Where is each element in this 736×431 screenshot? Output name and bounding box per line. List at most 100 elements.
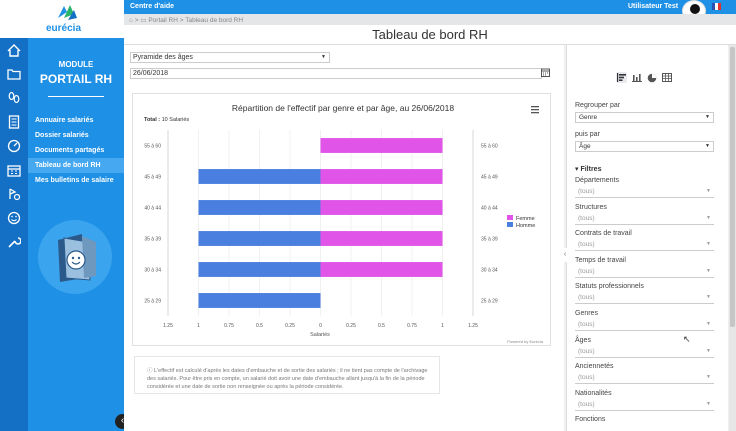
chevron-down-icon: ▼ xyxy=(706,188,711,194)
collapse-panel-button[interactable]: ‹ xyxy=(560,248,570,262)
filter-value: (tous) xyxy=(578,188,595,195)
bar-femme[interactable] xyxy=(320,169,443,184)
logo[interactable]: eurécia xyxy=(0,0,124,38)
filter-value: (tous) xyxy=(578,347,595,355)
legend-swatch-homme xyxy=(507,222,513,227)
filter-label: Contrats de travail xyxy=(575,230,632,238)
pie-chart-icon[interactable] xyxy=(646,72,657,83)
y-tick-label: 25 à 29 xyxy=(144,299,161,305)
date-input[interactable]: 26/06/2018 xyxy=(130,68,542,79)
filter-label: Statuts professionnels xyxy=(575,283,644,291)
chart-title: Répartition de l'effectif par genre et p… xyxy=(232,103,454,113)
filter-select[interactable]: (tous) ▼ xyxy=(575,266,714,278)
x-axis-title: Salariés xyxy=(310,332,330,338)
help-link[interactable]: Centre d'aide xyxy=(130,3,174,10)
filter-value: (tous) xyxy=(578,400,595,408)
brand-name: eurécia xyxy=(46,23,82,34)
eurecia-logo-icon xyxy=(58,5,77,20)
chart-type-value: Pyramide des âges xyxy=(133,54,193,61)
filter-label: Structures xyxy=(575,203,607,211)
bar-homme[interactable] xyxy=(198,293,321,308)
y-axis-right-labels: 55 à 60 45 à 49 40 à 44 35 à 39 30 à 34 25 à … xyxy=(481,144,498,305)
language-flag-icon[interactable] xyxy=(712,3,721,10)
y-tick-label: 35 à 39 xyxy=(481,237,498,243)
document-icon[interactable] xyxy=(0,110,28,134)
folder-character-icon xyxy=(58,234,96,282)
chevron-down-icon: ▼ xyxy=(706,241,711,248)
x-tick-label: 0.75 xyxy=(407,323,417,329)
then-by-select[interactable]: Âge ▼ xyxy=(575,141,714,152)
x-tick-label: 0.5 xyxy=(378,323,385,329)
sidebar-item-bulletins[interactable]: Mes bulletins de salaire xyxy=(28,173,124,188)
chevron-down-icon: ▼ xyxy=(706,214,711,221)
bar-horizontal-chart-icon[interactable] xyxy=(616,72,627,83)
x-tick-label: 1 xyxy=(441,323,444,329)
sidebar-item-tableau-de-bord[interactable]: Tableau de bord RH xyxy=(28,158,124,173)
filter-select[interactable]: (tous) ▼ xyxy=(575,399,714,411)
chart-credit[interactable]: Powered by Eurécia xyxy=(507,339,544,344)
filter-select[interactable]: (tous) ▼ xyxy=(575,373,714,385)
filter-select[interactable]: (tous) ▼ xyxy=(575,187,714,198)
user-name[interactable]: Utilisateur Test xyxy=(628,3,678,10)
bar-homme[interactable] xyxy=(198,169,321,184)
smiley-icon[interactable] xyxy=(0,206,28,230)
table-icon[interactable] xyxy=(661,72,672,83)
wrench-icon[interactable] xyxy=(0,230,28,254)
chart-menu-icon[interactable] xyxy=(531,106,539,114)
filter-select[interactable]: (tous) ▼ xyxy=(575,346,714,358)
chart-grid xyxy=(167,130,474,316)
legend-label-homme[interactable]: Homme xyxy=(516,223,535,229)
sidebar-item-dossier[interactable]: Dossier salariés xyxy=(28,128,124,143)
footprints-icon[interactable] xyxy=(0,86,28,110)
bar-vertical-chart-icon[interactable] xyxy=(631,72,642,83)
filter-select[interactable]: (tous) ▼ xyxy=(575,240,714,252)
bar-femme[interactable] xyxy=(320,200,443,215)
bar-femme[interactable] xyxy=(320,262,443,277)
filter-value: (tous) xyxy=(578,214,595,222)
home-icon[interactable] xyxy=(0,38,28,62)
expenses-icon[interactable] xyxy=(0,182,28,206)
filter-select[interactable]: (tous) ▼ xyxy=(575,320,714,331)
legend-label-femme[interactable]: Femme xyxy=(516,216,535,222)
x-tick-label: 1.25 xyxy=(468,323,478,329)
filter-value: (tous) xyxy=(578,374,595,382)
module-title: PORTAIL RH xyxy=(39,72,113,86)
group-by-select[interactable]: Genre ▼ xyxy=(575,112,714,123)
calendar-icon[interactable] xyxy=(0,158,28,182)
breadcrumb-root[interactable]: Portail RH xyxy=(148,17,178,24)
home-icon[interactable]: ⌂ xyxy=(129,17,133,24)
bar-homme[interactable] xyxy=(198,200,321,215)
info-note-text: L'effectif est calculé d'après les dates… xyxy=(147,368,428,390)
dashboard-icon[interactable] xyxy=(0,134,28,158)
filter-label: Fonctions xyxy=(575,416,606,424)
chart-type-select[interactable]: Pyramide des âges ▼ xyxy=(130,52,330,63)
x-tick-label: 1 xyxy=(197,323,200,329)
filters-toggle[interactable]: ▾ Filtres xyxy=(575,165,601,173)
bar-femme[interactable] xyxy=(320,138,443,153)
then-by-label: puis par xyxy=(575,131,600,138)
y-tick-label: 25 à 29 xyxy=(481,299,498,305)
chevron-down-icon: ▼ xyxy=(706,347,711,354)
sidebar-item-documents[interactable]: Documents partagés xyxy=(28,143,124,158)
filter-select[interactable]: (tous) ▼ xyxy=(575,213,714,225)
bar-homme[interactable] xyxy=(198,262,321,277)
scrollbar-thumb[interactable] xyxy=(730,47,735,327)
calendar-icon[interactable] xyxy=(541,68,550,77)
bar-homme[interactable] xyxy=(198,231,321,246)
age-pyramid-chart: Répartition de l'effectif par genre et p… xyxy=(144,103,544,344)
sidebar-item-annuaire[interactable]: Annuaire salariés xyxy=(28,113,124,128)
scrollbar[interactable] xyxy=(729,45,736,431)
y-tick-label: 30 à 34 xyxy=(481,268,498,274)
filter-value: (tous) xyxy=(578,321,595,328)
y-tick-label: 35 à 39 xyxy=(144,237,161,243)
subtitle-value: 10 Salariés xyxy=(162,117,190,123)
filter-label: Nationalités xyxy=(575,389,612,397)
chart-subtitle: Total : 10 Salariés xyxy=(144,117,189,123)
bar-femme[interactable] xyxy=(320,231,443,246)
filter-label: Temps de travail xyxy=(575,256,626,264)
folder-icon[interactable] xyxy=(0,62,28,86)
filter-select[interactable]: (tous) ▼ xyxy=(575,293,714,305)
group-by-value: Genre xyxy=(579,114,598,121)
filter-label: Âges xyxy=(575,336,591,344)
chevron-down-icon: ▼ xyxy=(321,54,326,60)
